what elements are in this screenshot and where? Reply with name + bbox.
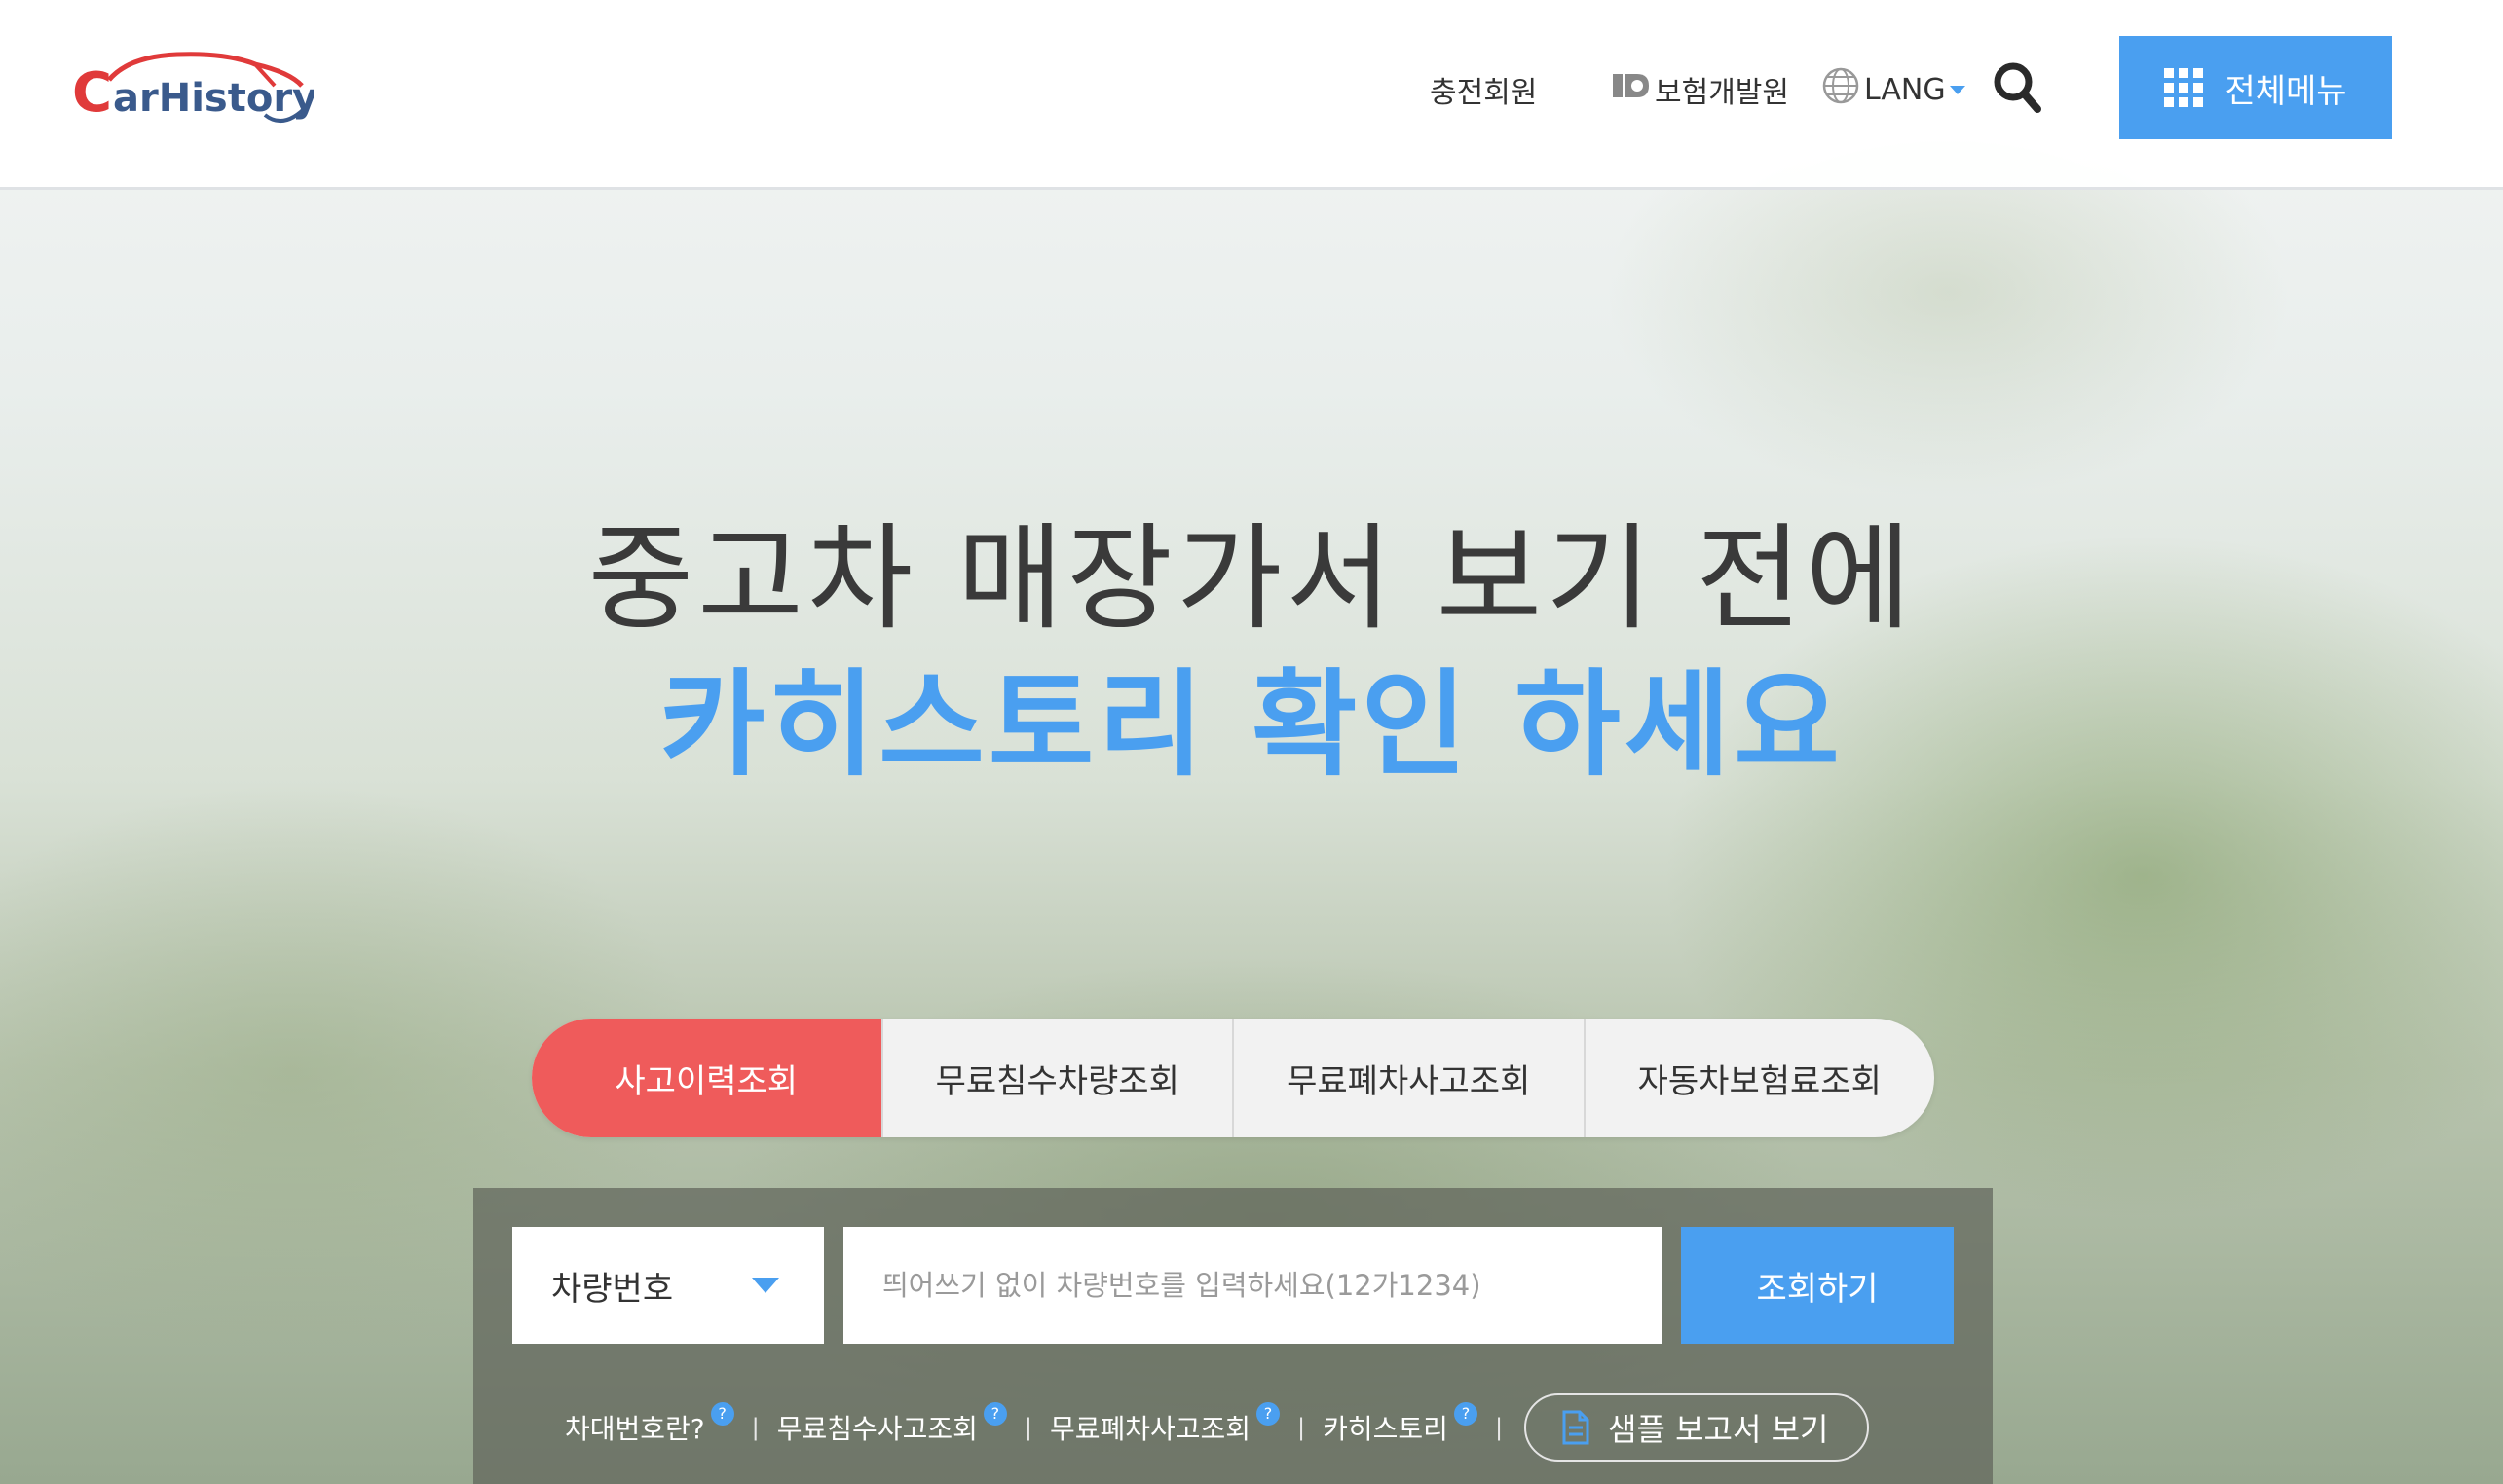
plate-number-input[interactable] <box>843 1227 1662 1344</box>
divider: | <box>1297 1414 1306 1441</box>
chevron-down-icon <box>752 1278 779 1293</box>
document-icon <box>1562 1410 1589 1445</box>
carhistory-logo[interactable]: C arHistory <box>70 47 318 134</box>
nav-charge-member-label: 충전회원 <box>1430 76 1538 110</box>
hero-headline: 중고차 매장가서 보기 전에 <box>587 511 1916 646</box>
divider: | <box>751 1414 760 1441</box>
tab-flood-vehicle[interactable]: 무료침수차량조회 <box>880 1019 1233 1137</box>
link-carhistory[interactable]: 카히스토리 ? <box>1323 1402 1477 1447</box>
nav-insurance-institute[interactable]: 보험개발원 <box>1612 68 1789 111</box>
link-flood-accident[interactable]: 무료침수사고조회 ? <box>776 1402 1007 1447</box>
lang-label: LANG <box>1864 72 1946 107</box>
help-icon: ? <box>983 1402 1007 1426</box>
search-type-value: 차량번호 <box>551 1269 674 1309</box>
search-button[interactable] <box>1992 60 2042 115</box>
nav-insurance-institute-label: 보험개발원 <box>1655 76 1789 110</box>
grid-menu-icon <box>2164 68 2204 107</box>
link-vin-help[interactable]: 차대번호란? ? <box>565 1402 734 1447</box>
nav-charge-member[interactable]: 충전회원 <box>1430 68 1537 111</box>
link-scrap-accident[interactable]: 무료폐차사고조회 ? <box>1049 1402 1281 1447</box>
query-button[interactable]: 조회하기 <box>1681 1227 1954 1344</box>
search-panel: 차량번호 조회하기 차대번호란? ? | 무료침수사고조회 ? | 무료폐차사고… <box>473 1188 1993 1484</box>
tab-insurance-premium[interactable]: 자동차보험료조회 <box>1583 1019 1935 1137</box>
search-icon <box>1994 62 2041 113</box>
search-tabs: 사고이력조회 무료침수차량조회 무료폐차사고조회 자동차보험료조회 <box>532 1019 1934 1137</box>
divider: | <box>1494 1414 1504 1441</box>
lang-selector[interactable]: LANG <box>1821 66 1965 113</box>
tab-accident-history[interactable]: 사고이력조회 <box>532 1019 881 1137</box>
help-links: 차대번호란? ? | 무료침수사고조회 ? | 무료폐차사고조회 ? | 카히스… <box>565 1393 1870 1462</box>
full-menu-label: 전체메뉴 <box>2224 71 2347 111</box>
divider: | <box>1024 1414 1032 1441</box>
kidi-logo-icon <box>1612 71 1651 108</box>
site-header: C arHistory 충전회원 보험개발원 LANG 전체메뉴 <box>0 0 2503 190</box>
carhistory-logo-mark: C arHistory <box>72 52 318 125</box>
caret-down-icon <box>1949 85 1965 94</box>
sample-report-button[interactable]: 샘플 보고서 보기 <box>1524 1393 1870 1462</box>
link-vin-help-label: 차대번호란? <box>565 1413 705 1445</box>
svg-text:C: C <box>72 61 112 125</box>
help-icon: ? <box>710 1402 734 1426</box>
link-flood-accident-label: 무료침수사고조회 <box>776 1413 978 1445</box>
svg-text:arHistory: arHistory <box>113 76 314 121</box>
link-carhistory-label: 카히스토리 <box>1323 1413 1448 1445</box>
full-menu-button[interactable]: 전체메뉴 <box>2119 36 2392 139</box>
tab-scrap-accident[interactable]: 무료폐차사고조회 <box>1232 1019 1584 1137</box>
help-icon: ? <box>1256 1402 1281 1426</box>
search-type-select[interactable]: 차량번호 <box>512 1227 824 1344</box>
hero-subheadline: 카히스토리 확인 하세요 <box>659 657 1844 792</box>
link-scrap-accident-label: 무료폐차사고조회 <box>1049 1413 1252 1445</box>
globe-icon <box>1821 66 1860 113</box>
sample-report-label: 샘플 보고서 보기 <box>1608 1411 1829 1448</box>
help-icon: ? <box>1453 1402 1477 1426</box>
